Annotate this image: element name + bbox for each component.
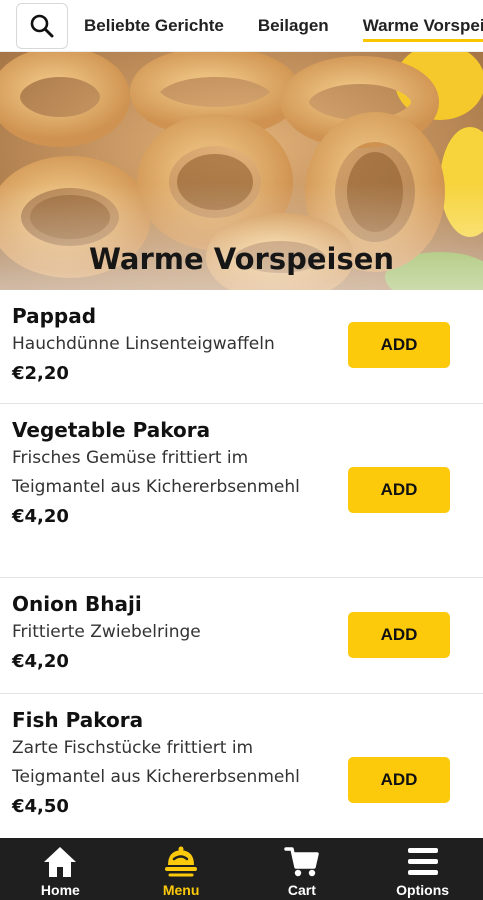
cart-icon — [284, 847, 319, 877]
category-tabs: Beliebte Gerichte Beilagen Warme Vorspei… — [84, 10, 483, 42]
tab-beilagen[interactable]: Beilagen — [258, 10, 329, 42]
tab-beliebte-gerichte[interactable]: Beliebte Gerichte — [84, 10, 224, 42]
menu-icon — [165, 846, 198, 877]
item-description: Hauchdünne Linsenteigwaffeln — [12, 334, 275, 354]
menu-item-list: Pappad Hauchdünne Linsenteigwaffeln €2,2… — [0, 290, 483, 838]
nav-cart[interactable]: Cart — [242, 838, 363, 900]
nav-home[interactable]: Home — [0, 838, 121, 900]
item-description: Frisches Gemüse frittiert im Teigmantel … — [12, 448, 300, 497]
add-button[interactable]: ADD — [348, 757, 450, 803]
item-name: Vegetable Pakora — [12, 418, 211, 442]
add-button[interactable]: ADD — [348, 467, 450, 513]
category-title: Warme Vorspeisen — [88, 242, 395, 276]
search-icon — [30, 14, 54, 37]
item-name: Fish Pakora — [12, 708, 144, 732]
menu-item: Fish Pakora Zarte Fischstücke frittiert … — [0, 694, 483, 838]
nav-label: Cart — [287, 882, 316, 898]
add-button[interactable]: ADD — [348, 612, 450, 658]
menu-item: Onion Bhaji Frittierte Zwiebelringe €4,2… — [0, 578, 483, 694]
category-bar: Beliebte Gerichte Beilagen Warme Vorspei… — [0, 0, 483, 52]
item-description: Zarte Fischstücke frittiert im Teigmante… — [12, 738, 300, 787]
nav-label: Menu — [162, 882, 200, 898]
item-description: Frittierte Zwiebelringe — [12, 622, 201, 642]
category-hero: Warme Vorspeisen — [0, 52, 483, 290]
options-icon — [407, 848, 438, 875]
bottom-navigation: Home Menu Cart Options — [0, 838, 483, 900]
menu-item: Pappad Hauchdünne Linsenteigwaffeln €2,2… — [0, 290, 483, 404]
search-button[interactable] — [16, 2, 68, 49]
nav-label: Options — [396, 882, 450, 898]
nav-label: Home — [40, 882, 80, 898]
nav-options[interactable]: Options — [362, 838, 483, 900]
menu-item: Vegetable Pakora Frisches Gemüse frittie… — [0, 404, 483, 578]
nav-menu[interactable]: Menu — [121, 838, 242, 900]
add-button[interactable]: ADD — [348, 322, 450, 368]
home-icon — [44, 847, 77, 877]
tab-warme-vorspeisen[interactable]: Warme Vorspeisen — [362, 10, 483, 42]
